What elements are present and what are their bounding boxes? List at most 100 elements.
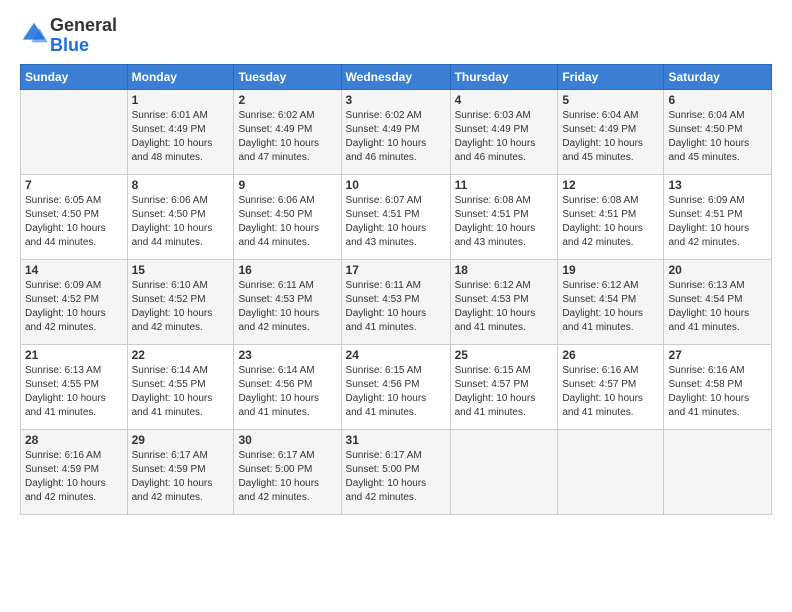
week-row-5: 28 Sunrise: 6:16 AMSunset: 4:59 PMDayligh… xyxy=(21,429,772,514)
day-info: Sunrise: 6:16 AMSunset: 4:59 PMDaylight:… xyxy=(25,449,123,505)
day-cell: 30 Sunrise: 6:17 AMSunset: 5:00 PMDayligh… xyxy=(234,429,341,514)
day-info: Sunrise: 6:03 AMSunset: 4:49 PMDaylight:… xyxy=(455,109,554,165)
day-number: 6 xyxy=(668,93,767,107)
day-cell: 27Sunrise: 6:16 AMSunset: 4:58 PMDayligh… xyxy=(664,344,772,429)
day-info: Sunrise: 6:17 AMSunset: 5:00 PMDaylight:… xyxy=(346,449,446,505)
day-info: Sunrise: 6:15 AMSunset: 4:57 PMDaylight:… xyxy=(455,364,554,420)
day-cell: 10Sunrise: 6:07 AMSunset: 4:51 PMDayligh… xyxy=(341,174,450,259)
day-number: 28 xyxy=(25,433,123,447)
day-info: Sunrise: 6:02 AMSunset: 4:49 PMDaylight:… xyxy=(238,109,336,165)
day-cell xyxy=(21,89,128,174)
day-info: Sunrise: 6:09 AMSunset: 4:51 PMDaylight:… xyxy=(668,194,767,250)
day-cell: 26Sunrise: 6:16 AMSunset: 4:57 PMDayligh… xyxy=(558,344,664,429)
day-number: 11 xyxy=(455,178,554,192)
day-number: 20 xyxy=(668,263,767,277)
day-number: 8 xyxy=(132,178,230,192)
day-info: Sunrise: 6:06 AMSunset: 4:50 PMDaylight:… xyxy=(238,194,336,250)
day-cell: 23 Sunrise: 6:14 AMSunset: 4:56 PMDayligh… xyxy=(234,344,341,429)
day-cell: 9 Sunrise: 6:06 AMSunset: 4:50 PMDaylight… xyxy=(234,174,341,259)
day-number: 3 xyxy=(346,93,446,107)
day-info: Sunrise: 6:11 AMSunset: 4:53 PMDaylight:… xyxy=(346,279,446,335)
day-info: Sunrise: 6:05 AMSunset: 4:50 PMDaylight:… xyxy=(25,194,123,250)
day-cell: 20 Sunrise: 6:13 AMSunset: 4:54 PMDayligh… xyxy=(664,259,772,344)
day-info: Sunrise: 6:14 AMSunset: 4:55 PMDaylight:… xyxy=(132,364,230,420)
day-number: 1 xyxy=(132,93,230,107)
day-number: 15 xyxy=(132,263,230,277)
day-info: Sunrise: 6:10 AMSunset: 4:52 PMDaylight:… xyxy=(132,279,230,335)
day-cell: 1 Sunrise: 6:01 AMSunset: 4:49 PMDaylight… xyxy=(127,89,234,174)
day-cell: 18Sunrise: 6:12 AMSunset: 4:53 PMDayligh… xyxy=(450,259,558,344)
header: General Blue xyxy=(20,16,772,56)
day-number: 12 xyxy=(562,178,659,192)
col-header-tuesday: Tuesday xyxy=(234,64,341,89)
day-number: 24 xyxy=(346,348,446,362)
week-row-3: 14Sunrise: 6:09 AMSunset: 4:52 PMDayligh… xyxy=(21,259,772,344)
day-cell: 16 Sunrise: 6:11 AMSunset: 4:53 PMDayligh… xyxy=(234,259,341,344)
day-number: 21 xyxy=(25,348,123,362)
day-info: Sunrise: 6:17 AMSunset: 4:59 PMDaylight:… xyxy=(132,449,230,505)
day-cell: 4 Sunrise: 6:03 AMSunset: 4:49 PMDaylight… xyxy=(450,89,558,174)
day-number: 30 xyxy=(238,433,336,447)
day-info: Sunrise: 6:04 AMSunset: 4:49 PMDaylight:… xyxy=(562,109,659,165)
day-cell: 11 Sunrise: 6:08 AMSunset: 4:51 PMDayligh… xyxy=(450,174,558,259)
day-number: 17 xyxy=(346,263,446,277)
day-cell: 2 Sunrise: 6:02 AMSunset: 4:49 PMDaylight… xyxy=(234,89,341,174)
day-cell: 25 Sunrise: 6:15 AMSunset: 4:57 PMDayligh… xyxy=(450,344,558,429)
day-info: Sunrise: 6:17 AMSunset: 5:00 PMDaylight:… xyxy=(238,449,336,505)
day-info: Sunrise: 6:13 AMSunset: 4:54 PMDaylight:… xyxy=(668,279,767,335)
day-number: 9 xyxy=(238,178,336,192)
day-cell: 7 Sunrise: 6:05 AMSunset: 4:50 PMDaylight… xyxy=(21,174,128,259)
day-cell: 28 Sunrise: 6:16 AMSunset: 4:59 PMDayligh… xyxy=(21,429,128,514)
day-info: Sunrise: 6:08 AMSunset: 4:51 PMDaylight:… xyxy=(562,194,659,250)
col-header-friday: Friday xyxy=(558,64,664,89)
day-number: 7 xyxy=(25,178,123,192)
logo-blue: Blue xyxy=(50,35,89,55)
day-number: 31 xyxy=(346,433,446,447)
logo-icon xyxy=(20,20,48,48)
day-info: Sunrise: 6:12 AMSunset: 4:54 PMDaylight:… xyxy=(562,279,659,335)
col-header-sunday: Sunday xyxy=(21,64,128,89)
day-cell: 22 Sunrise: 6:14 AMSunset: 4:55 PMDayligh… xyxy=(127,344,234,429)
day-info: Sunrise: 6:09 AMSunset: 4:52 PMDaylight:… xyxy=(25,279,123,335)
day-info: Sunrise: 6:13 AMSunset: 4:55 PMDaylight:… xyxy=(25,364,123,420)
day-info: Sunrise: 6:04 AMSunset: 4:50 PMDaylight:… xyxy=(668,109,767,165)
day-cell: 19Sunrise: 6:12 AMSunset: 4:54 PMDayligh… xyxy=(558,259,664,344)
day-info: Sunrise: 6:14 AMSunset: 4:56 PMDaylight:… xyxy=(238,364,336,420)
logo: General Blue xyxy=(20,16,117,56)
page: General Blue SundayMondayTuesdayWednesda… xyxy=(0,0,792,612)
day-cell xyxy=(664,429,772,514)
logo-general: General xyxy=(50,15,117,35)
day-cell: 17 Sunrise: 6:11 AMSunset: 4:53 PMDayligh… xyxy=(341,259,450,344)
day-cell: 8 Sunrise: 6:06 AMSunset: 4:50 PMDaylight… xyxy=(127,174,234,259)
calendar-header-row: SundayMondayTuesdayWednesdayThursdayFrid… xyxy=(21,64,772,89)
day-number: 26 xyxy=(562,348,659,362)
day-info: Sunrise: 6:06 AMSunset: 4:50 PMDaylight:… xyxy=(132,194,230,250)
col-header-saturday: Saturday xyxy=(664,64,772,89)
day-number: 16 xyxy=(238,263,336,277)
week-row-1: 1 Sunrise: 6:01 AMSunset: 4:49 PMDaylight… xyxy=(21,89,772,174)
day-info: Sunrise: 6:08 AMSunset: 4:51 PMDaylight:… xyxy=(455,194,554,250)
day-cell xyxy=(558,429,664,514)
day-cell: 12 Sunrise: 6:08 AMSunset: 4:51 PMDayligh… xyxy=(558,174,664,259)
day-number: 18 xyxy=(455,263,554,277)
day-cell: 13 Sunrise: 6:09 AMSunset: 4:51 PMDayligh… xyxy=(664,174,772,259)
day-number: 4 xyxy=(455,93,554,107)
day-cell: 29 Sunrise: 6:17 AMSunset: 4:59 PMDayligh… xyxy=(127,429,234,514)
day-number: 22 xyxy=(132,348,230,362)
week-row-2: 7 Sunrise: 6:05 AMSunset: 4:50 PMDaylight… xyxy=(21,174,772,259)
day-number: 25 xyxy=(455,348,554,362)
day-info: Sunrise: 6:01 AMSunset: 4:49 PMDaylight:… xyxy=(132,109,230,165)
day-info: Sunrise: 6:15 AMSunset: 4:56 PMDaylight:… xyxy=(346,364,446,420)
day-cell: 15 Sunrise: 6:10 AMSunset: 4:52 PMDayligh… xyxy=(127,259,234,344)
day-cell: 31 Sunrise: 6:17 AMSunset: 5:00 PMDayligh… xyxy=(341,429,450,514)
day-number: 29 xyxy=(132,433,230,447)
day-number: 2 xyxy=(238,93,336,107)
day-cell: 6 Sunrise: 6:04 AMSunset: 4:50 PMDaylight… xyxy=(664,89,772,174)
day-info: Sunrise: 6:11 AMSunset: 4:53 PMDaylight:… xyxy=(238,279,336,335)
day-number: 13 xyxy=(668,178,767,192)
logo-text: General Blue xyxy=(50,16,117,56)
day-number: 23 xyxy=(238,348,336,362)
week-row-4: 21 Sunrise: 6:13 AMSunset: 4:55 PMDayligh… xyxy=(21,344,772,429)
day-number: 27 xyxy=(668,348,767,362)
day-cell xyxy=(450,429,558,514)
